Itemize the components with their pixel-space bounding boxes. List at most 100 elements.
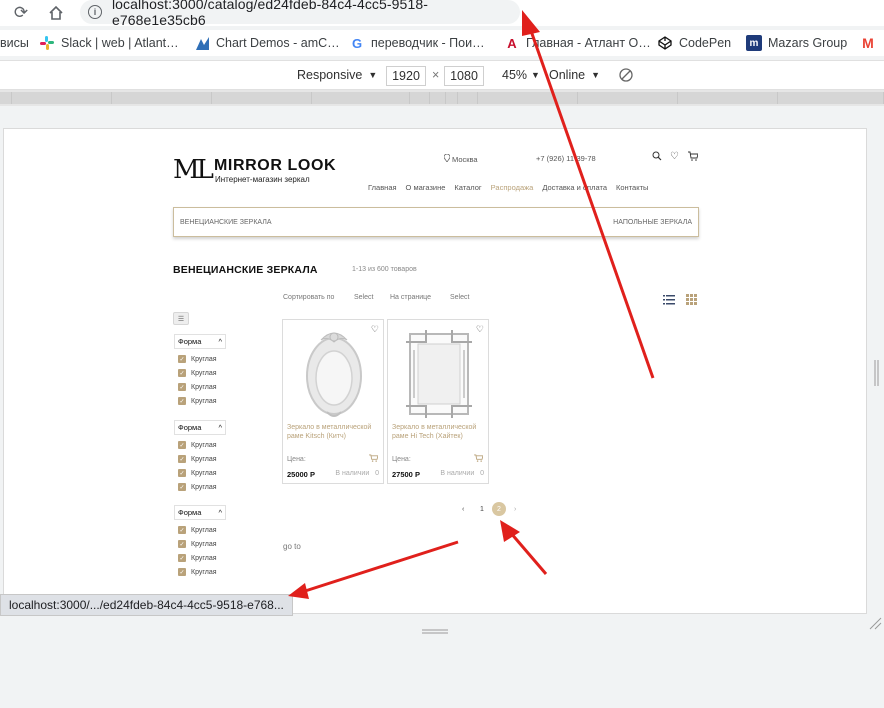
checkbox-checked-icon[interactable]: ✓ [178,455,186,463]
bookmark-item[interactable]: m Mazars Group [746,34,847,52]
info-icon[interactable]: i [88,5,102,19]
checkbox-checked-icon[interactable]: ✓ [178,554,186,562]
bookmark-item[interactable]: A Главная - Атлант О… [504,34,650,52]
nav-sale[interactable]: Распродажа [491,183,534,192]
mirror-hitech-image[interactable] [406,330,472,418]
nav-catalog[interactable]: Каталог [454,183,481,192]
filter-option[interactable]: ✓ Круглая [178,483,226,491]
search-icon[interactable] [652,151,662,164]
filter-option[interactable]: ✓ Круглая [178,397,226,405]
ruler-segment[interactable] [0,92,12,104]
address-url[interactable]: localhost:3000/catalog/ed24fdeb-84c4-4cc… [112,0,520,28]
device-select[interactable]: Responsive ▼ [297,68,377,82]
heart-icon[interactable]: ♡ [670,151,679,162]
ruler-segment[interactable] [112,92,212,104]
list-view-icon[interactable] [663,292,675,305]
ruler-segment[interactable] [446,92,458,104]
network-select[interactable]: Online ▼ [549,68,600,82]
checkbox-checked-icon[interactable]: ✓ [178,526,186,534]
checkbox-checked-icon[interactable]: ✓ [178,369,186,377]
nav-home[interactable]: Главная [368,183,397,192]
phone-number[interactable]: +7 (926) 11-39-78 [536,154,596,163]
category-floor[interactable]: НАПОЛЬНЫЕ ЗЕРКАЛА [613,219,692,226]
filter-toggle-icon[interactable]: ☰ [173,312,189,325]
bookmark-item[interactable]: G переводчик - Пои… [349,34,485,52]
ruler-segment[interactable] [430,92,446,104]
ruler-segment[interactable] [478,92,578,104]
bookmark-item[interactable]: висы [0,34,29,52]
filter-option[interactable]: ✓ Круглая [178,441,226,449]
filter-option[interactable]: ✓ Круглая [178,540,226,548]
filter-group-header[interactable]: Форма ^ [174,334,226,349]
width-input[interactable]: 1920 [386,66,426,86]
filter-option[interactable]: ✓ Круглая [178,455,226,463]
pager-page-2-current[interactable]: 2 [492,502,506,516]
ruler-segment[interactable] [778,92,884,104]
ruler-segment[interactable] [578,92,678,104]
mirror-kitsch-image[interactable] [303,328,365,420]
checkbox-checked-icon[interactable]: ✓ [178,383,186,391]
product-title[interactable]: Зеркало в металлической раме Kitsch (Кит… [287,423,379,441]
heart-icon[interactable]: ♡ [371,324,379,335]
product-card[interactable]: ♡ Зеркало в металлической раме Hi Tech (… [387,319,489,484]
product-price: 25000 Р [287,470,315,479]
city-selector[interactable]: Москва [443,153,478,164]
nav-about[interactable]: О магазине [406,183,446,192]
address-bar[interactable]: i localhost:3000/catalog/ed24fdeb-84c4-4… [80,0,520,28]
checkbox-checked-icon[interactable]: ✓ [178,568,186,576]
checkbox-checked-icon[interactable]: ✓ [178,397,186,405]
resize-handle-bottom[interactable] [422,622,448,634]
nav-contacts[interactable]: Контакты [616,183,648,192]
checkbox-checked-icon[interactable]: ✓ [178,540,186,548]
product-title[interactable]: Зеркало в металлической раме Hi Tech (Ха… [392,423,484,441]
bookmark-item[interactable]: CodePen [657,34,731,52]
pager-page-1[interactable]: 1 [480,506,484,513]
reload-icon[interactable]: ⟳ [10,2,32,24]
ruler-segment[interactable] [212,92,312,104]
rotate-icon[interactable] [618,67,634,83]
filter-option[interactable]: ✓ Круглая [178,554,226,562]
bookmark-item[interactable]: Chart Demos - amC… [194,34,340,52]
filter-group-header[interactable]: Форма ^ [174,505,226,520]
media-query-ruler[interactable] [0,90,884,106]
ruler-segment[interactable] [12,92,112,104]
filter-group-header[interactable]: Форма ^ [174,420,226,435]
bookmark-item[interactable]: Slack | web | Atlant… [39,34,179,52]
home-icon[interactable] [45,2,67,24]
filter-option[interactable]: ✓ Круглая [178,469,226,477]
filter-option[interactable]: ✓ Круглая [178,526,226,534]
product-card[interactable]: ♡ Зеркало в металлической раме Kitsch (К… [282,319,384,484]
resize-corner-icon[interactable] [868,616,882,635]
pager-prev[interactable]: ‹ [462,506,464,513]
google-icon: G [351,35,363,51]
height-input[interactable]: 1080 [444,66,484,86]
checkbox-checked-icon[interactable]: ✓ [178,355,186,363]
checkbox-checked-icon[interactable]: ✓ [178,469,186,477]
cart-icon[interactable] [688,151,699,164]
bookmark-item[interactable]: M [860,34,882,52]
pager-next[interactable]: › [514,506,516,513]
filter-option[interactable]: ✓ Круглая [178,355,226,363]
goto-link[interactable]: go to [283,542,301,551]
logo-mark[interactable]: ML [173,155,214,185]
ruler-segment[interactable] [312,92,410,104]
heart-icon[interactable]: ♡ [476,324,484,335]
filter-option[interactable]: ✓ Круглая [178,568,226,576]
logo-name[interactable]: MIRROR LOOK [214,157,336,175]
checkbox-checked-icon[interactable]: ✓ [178,441,186,449]
zoom-select[interactable]: 45% ▼ [502,68,540,82]
nav-delivery[interactable]: Доставка и оплата [542,183,607,192]
filter-option[interactable]: ✓ Круглая [178,369,226,377]
ruler-segment[interactable] [458,92,478,104]
add-to-cart-icon[interactable] [474,454,484,464]
filter-option[interactable]: ✓ Круглая [178,383,226,391]
checkbox-checked-icon[interactable]: ✓ [178,483,186,491]
ruler-segment[interactable] [678,92,778,104]
grid-view-icon[interactable] [686,292,698,305]
ruler-segment[interactable] [410,92,430,104]
sort-select[interactable]: Select [354,294,373,301]
category-venetian[interactable]: ВЕНЕЦИАНСКИЕ ЗЕРКАЛА [180,219,272,226]
perpage-select[interactable]: Select [450,294,469,301]
resize-handle-right[interactable] [874,360,880,386]
add-to-cart-icon[interactable] [369,454,379,464]
